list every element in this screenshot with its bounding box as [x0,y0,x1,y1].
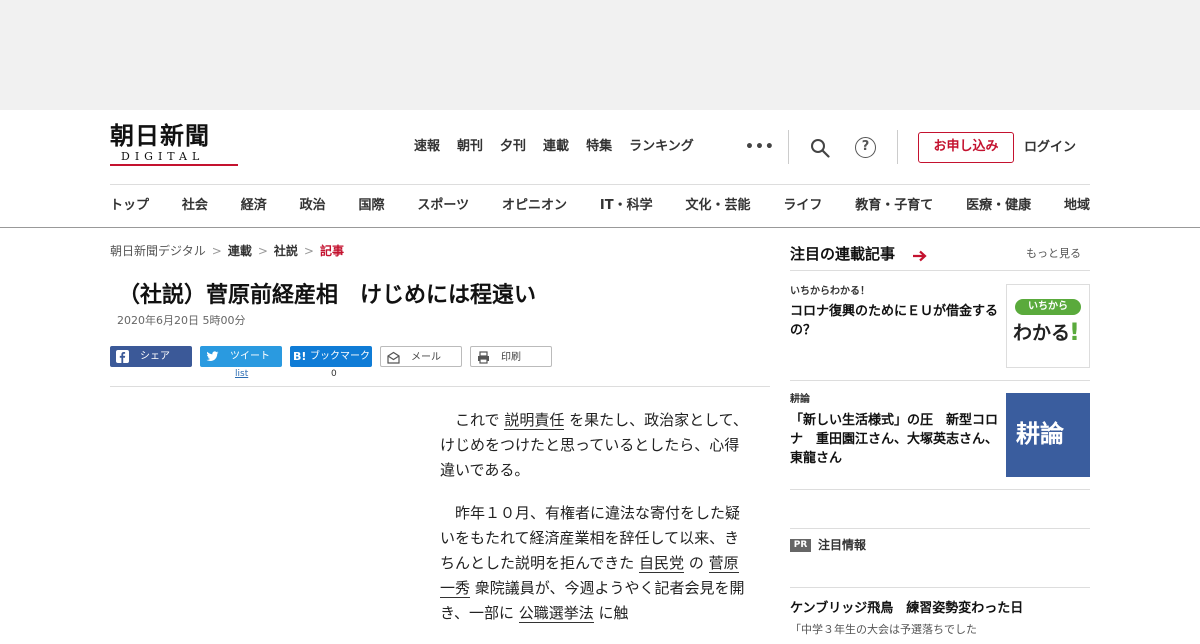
sidebar-divider [790,489,1090,490]
card-title[interactable]: 「新しい生活様式」の圧 新型コロナ 重田園江さん、大塚英志さん、東龍さん [790,411,1002,468]
nav-ranking[interactable]: ランキング [629,136,694,158]
article-paragraph: 昨年１０月、有権者に違法な寄付をした疑いをもたれて経済産業相を辞任して以来、きち… [440,501,750,626]
cat-society[interactable]: 社会 [182,195,208,217]
help-icon[interactable]: ? [855,137,876,158]
breadcrumb-separator: > [211,244,222,258]
cat-international[interactable]: 国際 [359,195,385,217]
thumb-label: 耕論 [1016,419,1064,448]
more-menu-icon[interactable]: ••• [745,136,775,158]
thumb-exclamation: ! [1069,318,1080,346]
breadcrumb-separator: > [303,244,314,258]
mail-share-button[interactable]: メール [380,346,462,367]
pr-article-excerpt: 「中学３年生の大会は予選落ちでした [790,623,977,636]
keyword-link[interactable]: 公職選挙法 [518,604,594,623]
card-thumbnail[interactable]: 耕論 [1006,393,1090,477]
login-link[interactable]: ログイン [1024,137,1076,159]
cat-economy[interactable]: 経済 [241,195,267,217]
card-kicker: いちからわかる！ [790,286,870,297]
article-body: これで 説明責任 を果たし、政治家として、けじめをつけたと思っているとしたら、心… [440,408,750,644]
nav-choukan[interactable]: 朝刊 [457,136,483,158]
logo-underline [110,164,238,166]
site-header: 朝日新聞 DIGITAL 速報 朝刊 夕刊 連載 特集 ランキング ••• ? … [0,110,1200,228]
article-title: （社説）菅原前経産相 けじめには程遠い [118,283,537,308]
print-button[interactable]: 印刷 [470,346,552,367]
sidebar-heading[interactable]: 注目の連載記事 [790,244,895,264]
facebook-share-button[interactable]: シェア [110,346,192,367]
cat-it-science[interactable]: IT・科学 [600,195,653,217]
nav-tokushu[interactable]: 特集 [586,136,612,158]
pr-label: 注目情報 [818,538,867,552]
sidebar-divider [790,270,1090,271]
arrow-right-icon [913,250,927,262]
header-divider [788,130,789,164]
pr-article-title[interactable]: ケンブリッジ飛鳥 練習姿勢変わった日 [790,599,1023,618]
mail-icon [387,351,400,364]
breadcrumb-rensai[interactable]: 連載 [228,244,252,258]
breadcrumb-home[interactable]: 朝日新聞デジタル [110,244,206,258]
breadcrumb-current: 記事 [319,244,344,258]
logo-digital: DIGITAL [121,150,205,163]
cat-sports[interactable]: スポーツ [417,195,469,217]
breadcrumb: 朝日新聞デジタル > 連載 > 社説 > 記事 [110,242,344,260]
search-icon[interactable] [810,138,830,158]
sidebar-divider [790,587,1090,588]
card-title[interactable]: コロナ復興のためにＥＵが借金するの？ [790,302,1002,340]
keyword-link[interactable]: 自民党 [639,554,685,573]
article-date: 2020年6月20日 5時00分 [117,314,246,327]
twitter-share-label: ツイート [230,351,270,362]
article-paragraph: これで 説明責任 を果たし、政治家として、けじめをつけたと思っているとしたら、心… [440,408,750,483]
card-thumbnail[interactable]: いちから わかる ! [1006,284,1090,368]
printer-icon [478,351,489,364]
thumb-label: いちから [1015,299,1081,315]
nav-yuukan[interactable]: 夕刊 [500,136,526,158]
cat-education[interactable]: 教育・子育て [855,195,933,217]
hatena-count: 0 [331,369,337,379]
pr-badge: PR [790,539,811,552]
hatena-icon: B! [293,350,307,363]
twitter-list-link[interactable]: list [235,368,248,380]
paragraph-text: に触 [593,604,629,622]
thumb-label: わかる [1013,322,1071,344]
cat-politics[interactable]: 政治 [300,195,326,217]
nav-divider [110,184,1090,185]
nav-rensai[interactable]: 連載 [543,136,569,158]
paragraph-text: の [684,554,709,572]
keyword-link[interactable]: 説明責任 [504,411,565,430]
subscribe-button[interactable]: お申し込み [918,132,1014,163]
facebook-share-label: シェア [140,351,170,362]
ad-banner-area [0,0,1200,110]
nav-sokuho[interactable]: 速報 [414,136,440,158]
hatena-bookmark-button[interactable]: B! ブックマーク [290,346,372,367]
header-divider [897,130,898,164]
cat-region[interactable]: 地域 [1064,195,1090,217]
twitter-icon [206,351,219,361]
facebook-icon [116,350,129,363]
breadcrumb-separator: > [257,244,268,258]
asahi-logo[interactable]: 朝日新聞 DIGITAL [110,122,240,170]
cat-culture[interactable]: 文化・芸能 [685,195,750,217]
hatena-bookmark-label: ブックマーク [310,351,370,362]
print-label: 印刷 [501,352,521,363]
cat-top[interactable]: トップ [110,195,149,217]
sidebar-divider [790,380,1090,381]
breadcrumb-shasetsu[interactable]: 社説 [274,244,298,258]
share-divider [110,386,770,387]
card-kicker: 耕論 [790,394,810,405]
top-nav: 速報 朝刊 夕刊 連載 特集 ランキング [414,136,711,158]
logo-kanji: 朝日新聞 [110,121,210,150]
cat-opinion[interactable]: オピニオン [502,195,567,217]
category-nav: トップ 社会 経済 政治 国際 スポーツ オピニオン IT・科学 文化・芸能 ラ… [110,195,1090,217]
mail-share-label: メール [411,352,441,363]
cat-health[interactable]: 医療・健康 [966,195,1031,217]
twitter-share-button[interactable]: ツイート [200,346,282,367]
paragraph-text: これで [455,411,505,429]
sidebar-more-link[interactable]: もっと見る [1026,246,1081,262]
sidebar-divider [790,528,1090,529]
cat-life[interactable]: ライフ [783,195,822,217]
